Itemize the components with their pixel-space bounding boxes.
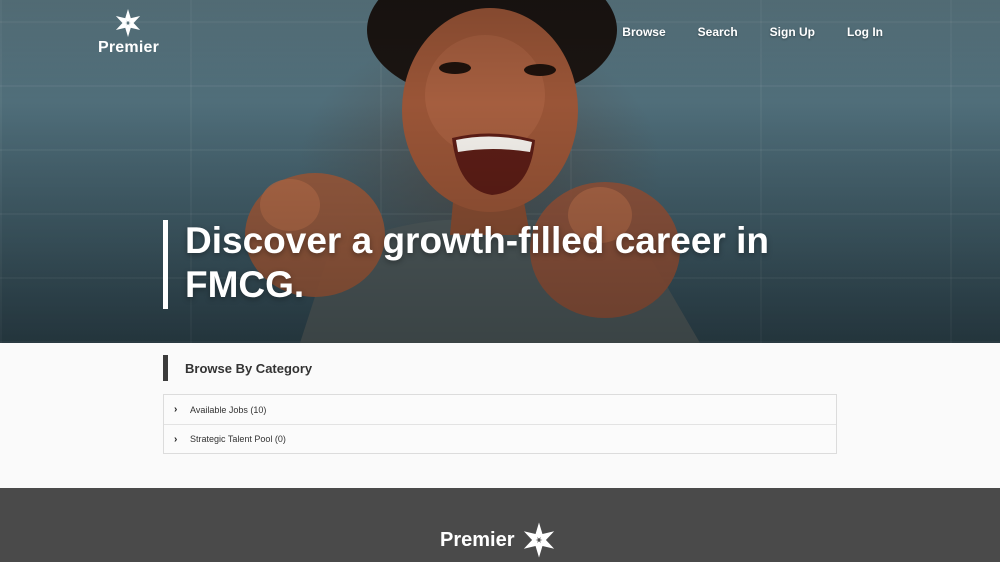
nav-search-link[interactable]: Search (682, 24, 754, 40)
main-nav: Browse Search Sign Up Log In (606, 24, 883, 40)
nav-login-link[interactable]: Log In (831, 24, 883, 40)
section-title: Browse By Category (185, 361, 313, 376)
footer: Premier (0, 488, 1000, 562)
nav-browse-link[interactable]: Browse (606, 24, 681, 40)
browse-category-section: Browse By Category › Available Jobs (10)… (0, 343, 1000, 488)
footer-brand-name: Premier (440, 528, 515, 551)
category-item-available-jobs[interactable]: › Available Jobs (10) (164, 395, 836, 424)
brand-logo[interactable]: Premier (98, 8, 159, 57)
headline-accent-bar (163, 220, 168, 309)
category-list: › Available Jobs (10) › Strategic Talent… (163, 394, 837, 454)
chevron-right-icon: › (174, 433, 178, 445)
premier-star-icon (523, 522, 554, 558)
category-label: Available Jobs (10) (190, 404, 267, 415)
hero-headline-line-2: FMCG. (185, 264, 305, 305)
nav-signup-link[interactable]: Sign Up (754, 24, 831, 40)
chevron-right-icon: › (174, 404, 178, 415)
hero-banner: Premier Browse Search Sign Up Log In Dis… (0, 0, 1000, 343)
hero-headline: Discover a growth-filled career in FMCG. (185, 219, 805, 307)
premier-star-icon (115, 9, 141, 37)
hero-headline-line-1: Discover a growth-filled career in (185, 220, 769, 261)
section-accent-bar (163, 355, 168, 381)
category-label: Strategic Talent Pool (0) (190, 434, 286, 444)
footer-logo[interactable]: Premier (440, 520, 559, 560)
brand-name: Premier (98, 39, 159, 56)
category-item-strategic-talent-pool[interactable]: › Strategic Talent Pool (0) (164, 424, 836, 453)
